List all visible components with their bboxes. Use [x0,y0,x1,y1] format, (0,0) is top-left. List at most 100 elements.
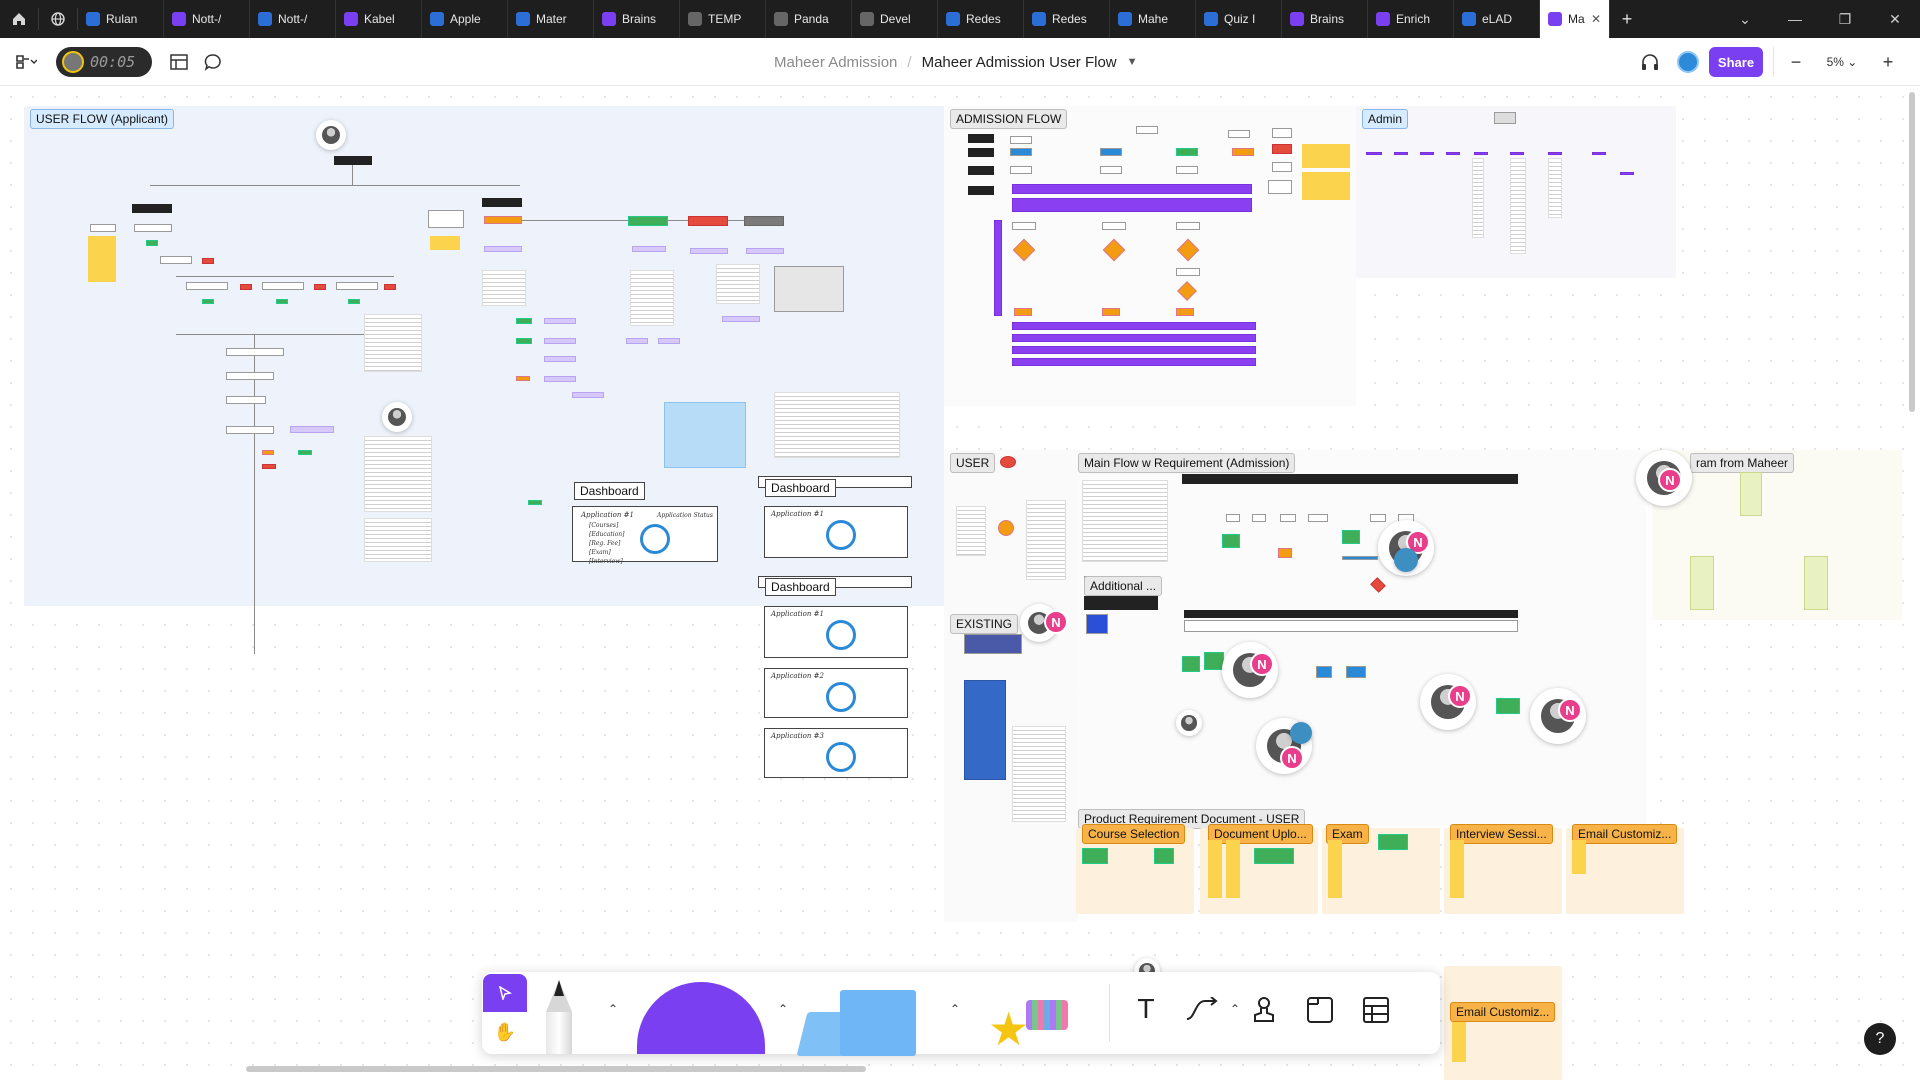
breadcrumb-parent[interactable]: Maheer Admission [774,54,897,71]
frame-label-main-flow[interactable]: Main Flow w Requirement (Admission) [1078,453,1296,473]
flow-node[interactable] [226,372,274,380]
flow-node[interactable] [1272,144,1292,154]
text-block[interactable] [956,506,986,556]
flow-node[interactable] [1548,152,1562,155]
browser-tab[interactable]: Nott-/ [250,0,336,38]
select-tool-button[interactable] [483,974,527,1012]
document-preview[interactable] [774,392,900,458]
browser-tab[interactable]: Redes [1024,0,1110,38]
browser-tab[interactable]: Rulan [78,0,164,38]
sticky-note[interactable] [1328,840,1342,898]
process-band[interactable] [1012,334,1256,342]
flow-node[interactable] [226,426,274,434]
board-title[interactable]: Maheer Admission User Flow [922,54,1117,71]
flow-node[interactable] [1010,166,1032,174]
flow-node[interactable] [186,282,228,290]
flow-node[interactable] [1342,530,1360,544]
collaborator-avatar[interactable] [316,120,346,150]
tree-branch[interactable] [1740,472,1762,516]
flow-node[interactable] [1280,514,1296,522]
flow-node[interactable] [528,500,542,505]
frame-label-diagram[interactable]: ram from Maheer [1690,453,1795,473]
vertical-scrollbar[interactable] [1909,92,1915,412]
flow-node[interactable] [226,348,284,356]
flow-node[interactable] [544,338,576,344]
browser-tab[interactable]: Mater [508,0,594,38]
process-band[interactable] [1012,358,1256,366]
document-preview[interactable] [482,270,526,306]
home-icon[interactable] [0,0,38,38]
collaborator-avatar[interactable] [1176,710,1202,736]
board-canvas[interactable]: USER FLOW (Applicant) Dashboard Applicat… [0,86,1920,1080]
process-band[interactable] [1012,346,1256,354]
minimize-button[interactable]: — [1770,0,1820,38]
frame-label-email-custom[interactable]: Email Customiz... [1572,824,1678,844]
chevron-down-icon[interactable]: ▼ [1127,56,1138,68]
document-preview[interactable] [364,314,422,372]
flow-node[interactable] [1010,136,1032,144]
flow-node[interactable] [134,224,172,232]
process-band[interactable] [1012,184,1252,194]
flow-node[interactable] [482,198,522,207]
flow-node[interactable] [1346,666,1366,678]
frame-label-admin[interactable]: Admin [1362,109,1409,129]
flow-node[interactable] [202,299,214,304]
flow-node[interactable] [544,318,576,324]
frame-tool-button[interactable] [1300,990,1340,1030]
browser-tab[interactable]: Brains [594,0,680,38]
document-preview[interactable] [630,270,674,326]
flow-node[interactable] [688,216,728,226]
browser-tab[interactable]: Kabel [336,0,422,38]
flow-node[interactable] [160,256,192,264]
collaborator-avatar[interactable] [382,402,412,432]
flow-node[interactable] [1100,148,1122,156]
help-button[interactable]: ? [1864,1023,1896,1055]
tab-active[interactable]: Mah ✕ [1540,0,1610,38]
flow-node[interactable] [1272,128,1292,138]
browser-tab[interactable]: Quiz I [1196,0,1282,38]
flow-node[interactable] [1342,556,1378,560]
image-preview[interactable] [964,634,1022,654]
flow-node[interactable] [1510,152,1524,155]
text-block[interactable] [1082,480,1168,562]
flow-node[interactable] [572,392,604,398]
tab-search-icon[interactable]: ⌄ [1720,0,1770,38]
flow-node[interactable] [544,356,576,362]
image-preview[interactable] [1084,596,1158,610]
flow-node[interactable] [774,266,844,312]
flow-node[interactable] [348,299,360,304]
flow-node[interactable] [632,246,666,252]
browser-tab[interactable]: Apple [422,0,508,38]
flow-node[interactable] [516,318,532,324]
flow-node[interactable] [226,396,266,404]
flow-node[interactable] [262,282,304,290]
sticky-note[interactable] [1572,840,1586,874]
flow-node[interactable] [516,338,532,344]
browser-tab[interactable]: Panda [766,0,852,38]
new-tab-button[interactable]: + [1610,0,1644,38]
process-band[interactable] [994,220,1002,316]
flow-node[interactable] [1252,514,1266,522]
globe-icon[interactable] [39,0,77,38]
flow-node[interactable] [1082,848,1108,864]
flow-node[interactable] [968,134,994,143]
flow-node[interactable] [628,216,668,226]
flow-node[interactable] [746,248,784,254]
sticky-note[interactable] [1208,840,1222,898]
flow-node[interactable] [1226,514,1240,522]
flow-node[interactable] [240,284,252,290]
flow-node[interactable] [1176,148,1198,156]
flow-node[interactable] [1278,548,1292,558]
zoom-out-button[interactable]: − [1774,52,1818,73]
flow-node[interactable] [1102,308,1120,316]
requirement-note[interactable] [664,402,746,468]
flow-node[interactable] [516,376,530,381]
flow-node[interactable] [1254,848,1294,864]
flow-node[interactable] [1494,112,1516,124]
flow-node[interactable] [1272,162,1292,172]
flow-node[interactable] [202,258,214,264]
share-button[interactable]: Share [1709,47,1763,77]
flow-node[interactable] [146,240,158,246]
flow-node[interactable] [744,216,784,226]
flow-node[interactable] [1316,666,1332,678]
